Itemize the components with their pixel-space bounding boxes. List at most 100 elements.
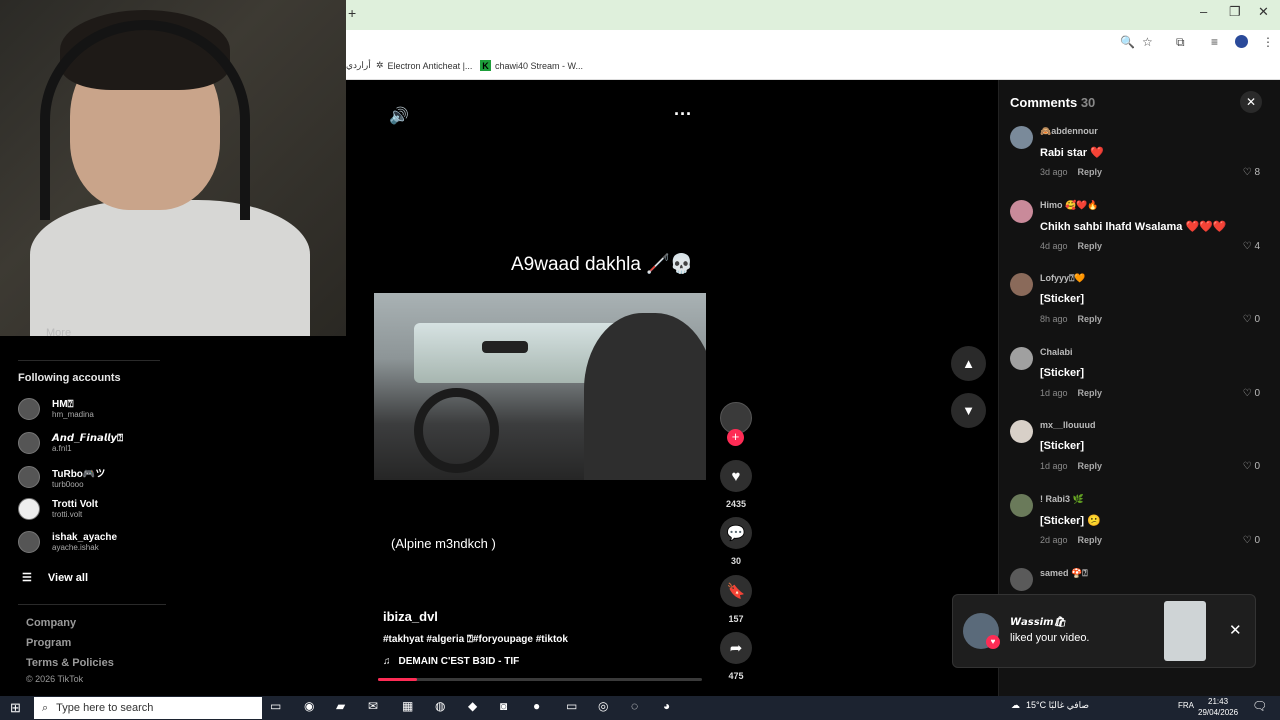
app-icon[interactable]: ● <box>533 699 540 713</box>
volume-icon[interactable]: 🔊 <box>389 106 409 126</box>
comment-time: 1d ago <box>1040 461 1068 471</box>
sidebar-account[interactable]: TuRbo🎮ツ turb0ooo <box>18 465 105 489</box>
comment-username[interactable]: mx__llouuud <box>1040 420 1096 430</box>
comment-like-button[interactable]: ♡ 0 <box>1234 314 1260 325</box>
footer-link-terms[interactable]: Terms & Policies <box>26 657 114 669</box>
sidebar-account[interactable]: HM⍰ hm_madina <box>18 398 94 420</box>
view-all-label: View all <box>47 571 89 584</box>
discord-icon[interactable]: ◙ <box>500 699 507 713</box>
comment-like-count: 0 <box>1254 461 1260 472</box>
task-view-icon[interactable]: ▭ <box>270 699 281 713</box>
headset-icon <box>40 20 250 220</box>
windows-start-icon[interactable]: ⊞ <box>10 700 21 716</box>
extensions-icon[interactable]: ⧉ <box>1176 35 1185 50</box>
avatar[interactable] <box>1010 420 1033 443</box>
taskbar-clock[interactable]: 21:43 29/04/2026 <box>1198 696 1238 718</box>
sidebar-account[interactable]: 𝘼𝙣𝙙_𝙁𝙞𝙣𝙖𝙡𝙡𝙮⍰ a.fnl1 <box>18 432 123 454</box>
view-all-link[interactable]: ☰ View all <box>22 571 89 585</box>
follow-plus-button[interactable]: + <box>727 429 744 446</box>
close-toast-button[interactable]: ✕ <box>1229 621 1242 639</box>
comment-text: [Sticker] <box>1040 440 1085 452</box>
bookmark-item[interactable]: أراردي <box>346 60 371 71</box>
comment-like-button[interactable]: ♡ 0 <box>1234 388 1260 399</box>
avatar[interactable] <box>1010 126 1033 149</box>
comment-like-button[interactable]: ♡ 0 <box>1234 461 1260 472</box>
minimize-button[interactable]: – <box>1200 4 1207 19</box>
comment-like-button[interactable]: ♡ 0 <box>1234 535 1260 546</box>
account-name: ishak_ayache <box>52 532 118 543</box>
car-mirror <box>482 341 528 353</box>
star-icon[interactable]: ☆ <box>1142 35 1153 49</box>
avatar[interactable] <box>1010 273 1033 296</box>
share-button[interactable]: ➦ <box>720 632 752 664</box>
comment-button[interactable]: 💬 <box>720 517 752 549</box>
app-icon[interactable]: ◌ <box>631 699 638 713</box>
toast-video-thumbnail[interactable] <box>1164 601 1206 661</box>
avatar[interactable] <box>1010 347 1033 370</box>
close-comments-button[interactable]: ✕ <box>1240 91 1262 113</box>
chrome-icon[interactable]: ◕ <box>663 699 670 713</box>
copyright: © 2026 TikTok <box>26 674 84 684</box>
weather-widget[interactable]: ☁ 15°C صافي غالبًا <box>1011 700 1089 711</box>
zoom-icon[interactable]: 🔍 <box>1120 35 1135 49</box>
comment-username[interactable]: Lofyyy⍰🧡 <box>1040 273 1086 284</box>
app-icon[interactable]: ◆ <box>468 699 477 713</box>
reply-button[interactable]: Reply <box>1078 461 1103 471</box>
language-indicator[interactable]: FRA <box>1178 701 1194 710</box>
video-progress-bar[interactable] <box>378 678 702 681</box>
video-author[interactable]: ibiza_dvl <box>383 609 438 624</box>
music-link[interactable]: ♫ DEMAIN C'EST B3ID - TIF <box>383 656 519 667</box>
outlook-icon[interactable]: ✉ <box>368 699 378 713</box>
new-tab-button[interactable]: + <box>348 5 356 21</box>
sidebar-account[interactable]: ishak_ayache ayache.ishak <box>18 531 117 553</box>
store-icon[interactable]: ▦ <box>402 699 413 713</box>
taskbar-search[interactable]: ⌕ Type here to search <box>34 697 262 719</box>
comment-like-button[interactable]: ♡ 4 <box>1234 241 1260 252</box>
reply-button[interactable]: Reply <box>1078 314 1103 324</box>
like-button[interactable]: ♥ <box>720 460 752 492</box>
avatar[interactable] <box>1010 200 1033 223</box>
avatar[interactable] <box>1010 494 1033 517</box>
comment-username[interactable]: ! Rabi3 🌿 <box>1040 494 1084 505</box>
bookmark-item[interactable]: ✲ Electron Anticheat |... <box>376 60 472 71</box>
reply-button[interactable]: Reply <box>1078 388 1103 398</box>
terminal-icon[interactable]: ▭ <box>566 699 577 713</box>
address-bar[interactable] <box>346 30 1280 54</box>
comment-username[interactable]: samed 🍄⍰ <box>1040 568 1088 579</box>
bookmark-item[interactable]: Kchawi40 Stream - W... <box>480 60 583 71</box>
next-video-button[interactable]: ▼ <box>951 393 986 428</box>
footer-link-program[interactable]: Program <box>26 637 71 649</box>
profile-avatar[interactable] <box>1235 35 1248 48</box>
comment-username[interactable]: 🙈abdennour <box>1040 126 1098 137</box>
previous-video-button[interactable]: ▲ <box>951 346 986 381</box>
toast-message: liked your video. <box>1010 632 1090 644</box>
comment-meta: 4d ago Reply <box>1040 241 1102 251</box>
app-icon[interactable]: ◍ <box>435 699 445 713</box>
comment-like-button[interactable]: ♡ 8 <box>1234 167 1260 178</box>
save-button[interactable]: 🔖 <box>720 575 752 607</box>
comment-meta: 1d ago Reply <box>1040 461 1102 471</box>
sidebar-account[interactable]: Trotti Volt trotti.volt <box>18 498 98 520</box>
steam-icon[interactable]: ◎ <box>598 699 608 713</box>
edge-icon[interactable]: ◉ <box>304 699 314 713</box>
reply-button[interactable]: Reply <box>1078 241 1103 251</box>
comment-username[interactable]: Himo 🥰❤️🔥 <box>1040 200 1099 211</box>
restore-button[interactable]: ❐ <box>1229 4 1241 20</box>
comment-username[interactable]: Chalabi <box>1040 347 1073 357</box>
video-hashtags[interactable]: #takhyat #algeria ⍰#foryoupage #tiktok <box>383 634 568 645</box>
notification-center-icon[interactable]: 🗨 <box>1252 699 1267 713</box>
file-explorer-icon[interactable]: ▰ <box>336 699 345 713</box>
reading-list-icon[interactable]: ≡ <box>1211 35 1218 49</box>
reply-button[interactable]: Reply <box>1078 167 1103 177</box>
save-count: 157 <box>728 614 744 624</box>
video-frame[interactable] <box>374 293 706 480</box>
close-window-button[interactable]: ✕ <box>1258 4 1269 20</box>
kebab-menu-icon[interactable]: ⋮ <box>1262 35 1274 49</box>
video-caption-title: A9waad dakhla 🦯💀 <box>511 254 694 275</box>
share-icon: ➦ <box>729 640 743 657</box>
steering-wheel <box>414 388 499 473</box>
avatar[interactable] <box>1010 568 1033 591</box>
footer-link-company[interactable]: Company <box>26 617 76 629</box>
reply-button[interactable]: Reply <box>1078 535 1103 545</box>
more-options-icon[interactable]: ··· <box>674 104 692 125</box>
